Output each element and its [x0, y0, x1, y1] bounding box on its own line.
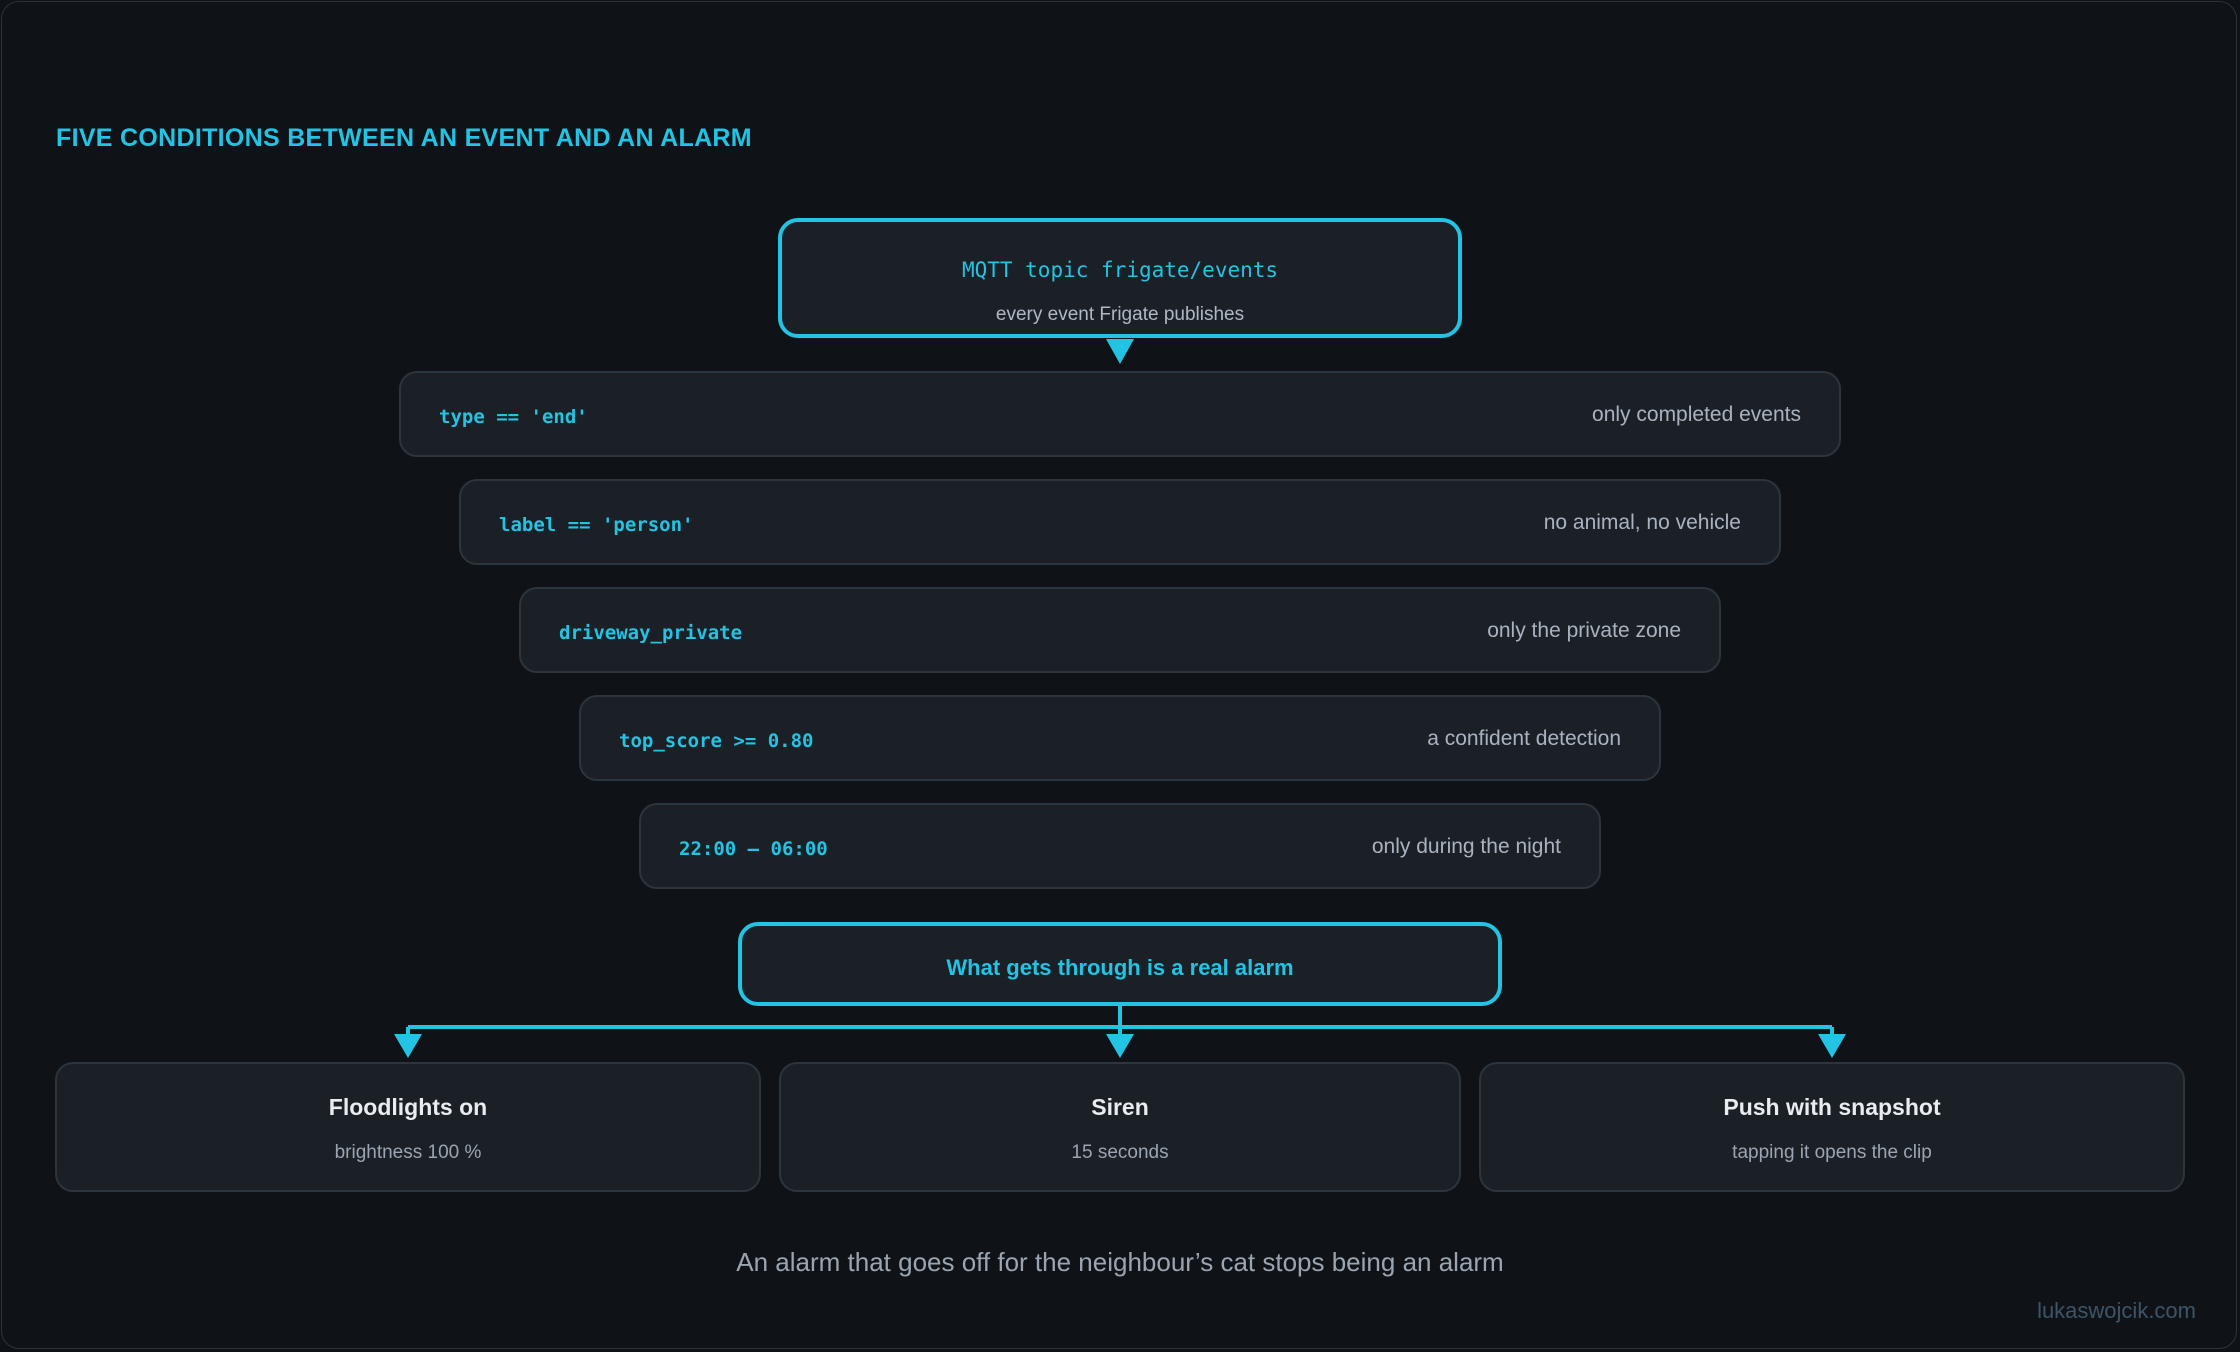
condition-code: label == 'person' — [499, 514, 694, 536]
condition-note: only during the night — [1371, 835, 1561, 858]
arrow-to-siren — [1106, 1034, 1134, 1058]
condition-type: type == 'end' only completed events — [399, 371, 1841, 457]
source-label: MQTT topic frigate/events — [961, 258, 1279, 282]
condition-time: 22:00 – 06:00 only during the night — [639, 803, 1601, 889]
condition-zone: driveway_private only the private zone — [519, 587, 1721, 673]
condition-note: no animal, no vehicle — [1543, 511, 1741, 534]
output-siren: Siren 15 seconds — [779, 1062, 1461, 1192]
result-node: What gets through is a real alarm — [738, 922, 1502, 1006]
result-label: What gets through is a real alarm — [946, 955, 1294, 980]
condition-score: top_score >= 0.80 a confident detection — [579, 695, 1661, 781]
condition-code: driveway_private — [559, 622, 743, 644]
credit-link[interactable]: lukaswojcik.com — [2037, 1298, 2196, 1324]
condition-code: 22:00 – 06:00 — [679, 838, 828, 860]
condition-label: label == 'person' no animal, no vehicle — [459, 479, 1781, 565]
arrow-to-push — [1818, 1034, 1846, 1058]
output-push: Push with snapshot tapping it opens the … — [1479, 1062, 2185, 1192]
condition-code: top_score >= 0.80 — [619, 730, 814, 752]
condition-code: type == 'end' — [439, 406, 588, 428]
output-subtitle: 15 seconds — [1071, 1142, 1169, 1163]
source-node: MQTT topic frigate/events every event Fr… — [778, 218, 1462, 338]
arrow-to-floodlights — [394, 1034, 422, 1058]
condition-note: a confident detection — [1427, 727, 1621, 750]
arrow-source-to-filter — [1106, 339, 1134, 364]
footer-caption: An alarm that goes off for the neighbour… — [736, 1247, 1504, 1277]
output-subtitle: tapping it opens the clip — [1732, 1142, 1932, 1163]
condition-note: only the private zone — [1487, 619, 1681, 642]
condition-note: only completed events — [1592, 403, 1801, 426]
output-title: Push with snapshot — [1723, 1094, 1941, 1120]
output-floodlights: Floodlights on brightness 100 % — [55, 1062, 761, 1192]
output-title: Siren — [1091, 1094, 1149, 1120]
output-title: Floodlights on — [328, 1094, 488, 1120]
source-sublabel: every event Frigate publishes — [995, 304, 1245, 325]
output-subtitle: brightness 100 % — [334, 1142, 482, 1163]
